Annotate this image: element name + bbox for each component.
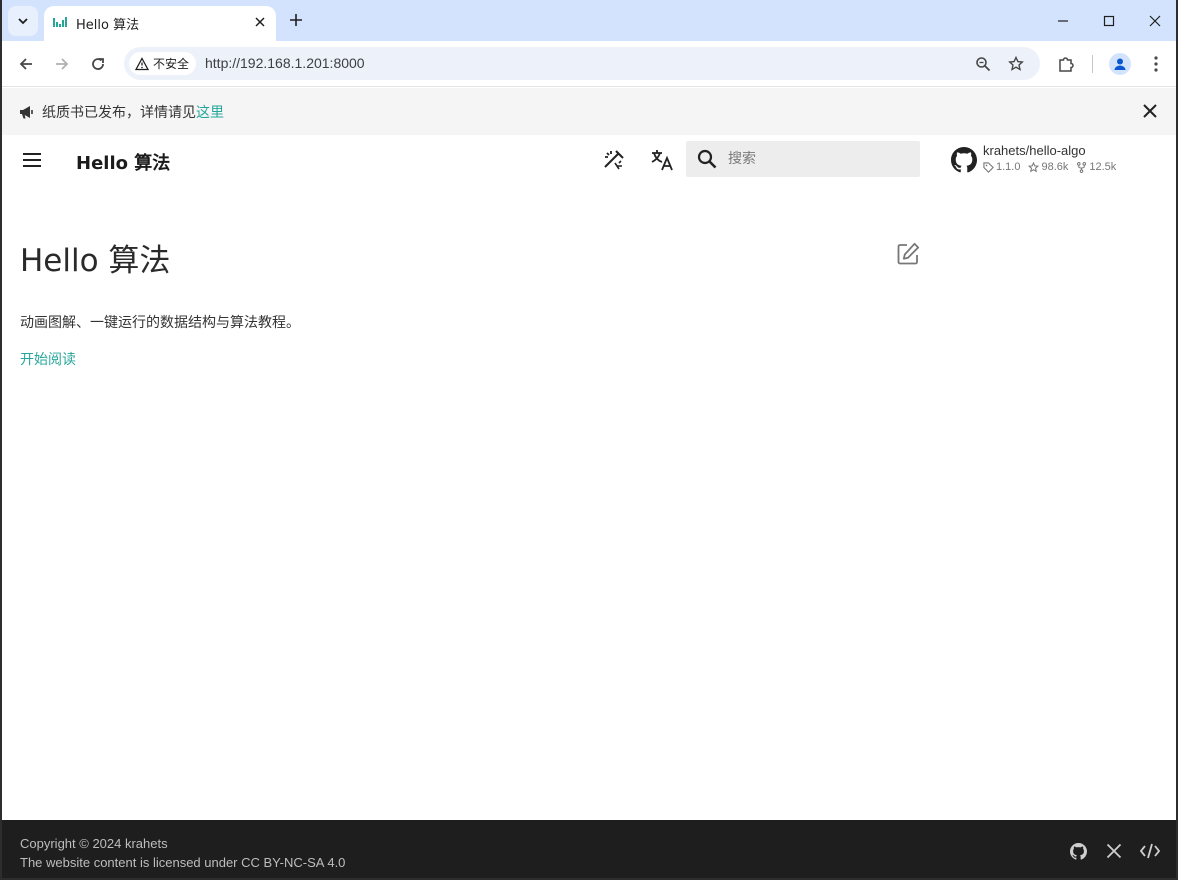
nav-menu-button[interactable] xyxy=(20,148,44,172)
announcement-banner: 纸质书已发布，详情请见这里 xyxy=(2,88,1176,135)
megaphone-icon xyxy=(20,106,33,119)
zoom-icon xyxy=(976,57,991,72)
person-icon xyxy=(1114,58,1126,70)
close-icon xyxy=(255,17,265,27)
theme-toggle-button[interactable] xyxy=(601,147,627,173)
browser-toolbar: 不安全 http://192.168.1.201:8000 xyxy=(2,41,1176,87)
address-bar[interactable]: 不安全 http://192.168.1.201:8000 xyxy=(124,47,1040,80)
edit-page-button[interactable] xyxy=(895,241,921,267)
site-header: Hello 算法 krahets/hello-algo 1.1.0 98.6k xyxy=(2,135,1176,185)
repo-forks-value: 12.5k xyxy=(1089,161,1117,173)
maximize-button[interactable] xyxy=(1094,6,1124,36)
arrow-left-icon xyxy=(19,58,32,70)
minimize-icon xyxy=(1058,20,1068,22)
star-icon xyxy=(1028,161,1040,172)
repo-stars: 98.6k xyxy=(1028,161,1068,173)
x-twitter-icon xyxy=(1106,843,1122,859)
tab-title: Hello 算法 xyxy=(76,18,140,33)
site-title[interactable]: Hello 算法 xyxy=(76,149,170,175)
license-text: The website content is licensed under CC… xyxy=(20,855,346,870)
puzzle-icon xyxy=(1059,57,1074,72)
browser-tab[interactable]: Hello 算法 xyxy=(44,6,276,41)
security-chip[interactable]: 不安全 xyxy=(129,52,197,75)
browser-menu-button[interactable] xyxy=(1141,49,1171,79)
forward-button[interactable] xyxy=(47,49,77,79)
code-icon xyxy=(1140,843,1160,859)
menu-icon xyxy=(23,153,41,167)
bookmark-button[interactable] xyxy=(1005,53,1027,75)
translate-icon xyxy=(651,150,673,171)
security-label: 不安全 xyxy=(153,57,190,71)
footer-x-link[interactable] xyxy=(1103,840,1125,862)
footer-github-link[interactable] xyxy=(1067,840,1089,862)
main-content: Hello 算法 动画图解、一键运行的数据结构与算法教程。 开始阅读 xyxy=(2,185,1176,820)
tag-icon xyxy=(983,161,994,173)
toolbar-divider xyxy=(1092,55,1093,73)
footer-code-link[interactable] xyxy=(1139,840,1161,862)
new-tab-button[interactable] xyxy=(284,8,308,32)
search-box[interactable] xyxy=(686,141,920,177)
tab-close-button[interactable] xyxy=(252,14,268,30)
search-icon xyxy=(697,149,717,169)
site-footer: Copyright © 2024 krahets The website con… xyxy=(2,820,1176,878)
chevron-down-icon xyxy=(18,18,28,25)
url-text[interactable]: http://192.168.1.201:8000 xyxy=(205,55,365,71)
repo-forks: 12.5k xyxy=(1076,161,1116,173)
zoom-button[interactable] xyxy=(972,53,994,75)
announcement-message: 纸质书已发布，详情请见 xyxy=(42,105,196,121)
github-icon xyxy=(951,147,977,173)
close-icon xyxy=(1143,104,1157,118)
maximize-icon xyxy=(1103,15,1115,27)
search-input[interactable] xyxy=(728,149,908,169)
page-description: 动画图解、一键运行的数据结构与算法教程。 xyxy=(20,315,300,331)
start-reading-link[interactable]: 开始阅读 xyxy=(20,349,76,369)
star-icon xyxy=(1008,56,1024,71)
repo-facts: 1.1.0 98.6k 12.5k xyxy=(983,161,1116,173)
copyright-text: Copyright © 2024 krahets xyxy=(20,836,168,851)
page-title: Hello 算法 xyxy=(20,243,171,279)
reload-button[interactable] xyxy=(83,49,113,79)
repo-link[interactable]: krahets/hello-algo 1.1.0 98.6k 12.5k xyxy=(951,142,1151,182)
announcement-link[interactable]: 这里 xyxy=(196,105,224,121)
back-button[interactable] xyxy=(11,49,41,79)
copyright-block: Copyright © 2024 krahets The website con… xyxy=(20,834,345,872)
plus-icon xyxy=(290,14,302,26)
profile-button[interactable] xyxy=(1105,49,1135,79)
reload-icon xyxy=(92,58,104,70)
language-button[interactable] xyxy=(649,147,675,173)
repo-stars-value: 98.6k xyxy=(1041,161,1069,173)
announcement-text: 纸质书已发布，详情请见这里 xyxy=(42,102,224,122)
close-icon xyxy=(1149,15,1161,27)
avatar xyxy=(1109,53,1131,75)
tab-search-button[interactable] xyxy=(8,6,38,36)
tab-strip: Hello 算法 xyxy=(2,0,1176,41)
more-vertical-icon xyxy=(1154,56,1158,72)
window-close-button[interactable] xyxy=(1140,6,1170,36)
extensions-button[interactable] xyxy=(1051,49,1081,79)
edit-icon xyxy=(897,242,920,265)
browser-window: Hello 算法 不安全 http://192.168.1.201:8000 纸… xyxy=(0,0,1178,880)
minimize-button[interactable] xyxy=(1048,6,1078,36)
hello-algo-favicon-icon xyxy=(53,17,67,27)
brightness-auto-icon xyxy=(604,150,624,170)
repo-name: krahets/hello-algo xyxy=(983,143,1086,158)
warning-triangle-icon xyxy=(135,56,149,70)
arrow-right-icon xyxy=(56,58,69,70)
fork-icon xyxy=(1077,161,1087,173)
github-icon xyxy=(1069,842,1087,860)
repo-version: 1.1.0 xyxy=(983,161,1020,173)
repo-version-value: 1.1.0 xyxy=(996,161,1021,173)
banner-close-button[interactable] xyxy=(1139,100,1161,122)
